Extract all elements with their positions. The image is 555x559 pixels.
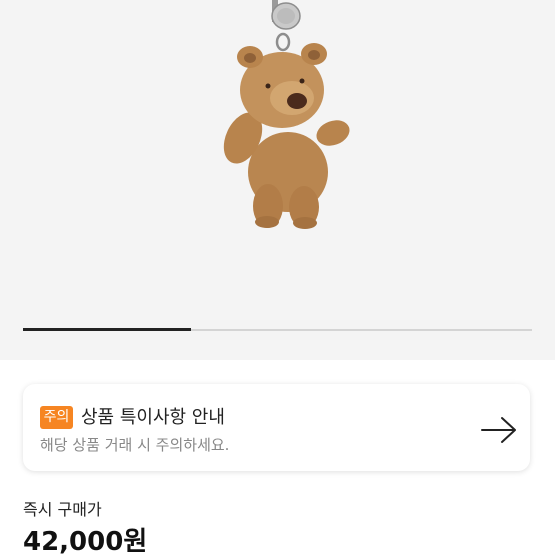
product-image-gallery[interactable] (0, 0, 555, 360)
instant-buy-price-label: 즉시 구매가 (23, 500, 102, 519)
caution-badge: 주의 (40, 406, 73, 429)
notice-subtitle: 해당 상품 거래 시 주의하세요. (40, 436, 230, 454)
product-image (223, 0, 350, 229)
gallery-progress-track (23, 328, 532, 331)
notice-title: 상품 특이사항 안내 (81, 407, 225, 428)
gallery-progress-fill (23, 328, 191, 331)
product-notice-card[interactable]: 주의 상품 특이사항 안내 해당 상품 거래 시 주의하세요. (23, 384, 530, 471)
arrow-right-icon[interactable] (480, 415, 518, 445)
instant-buy-price-value: 42,000원 (23, 527, 148, 557)
keyring-icon (271, 0, 301, 52)
bear-plush (223, 43, 350, 229)
